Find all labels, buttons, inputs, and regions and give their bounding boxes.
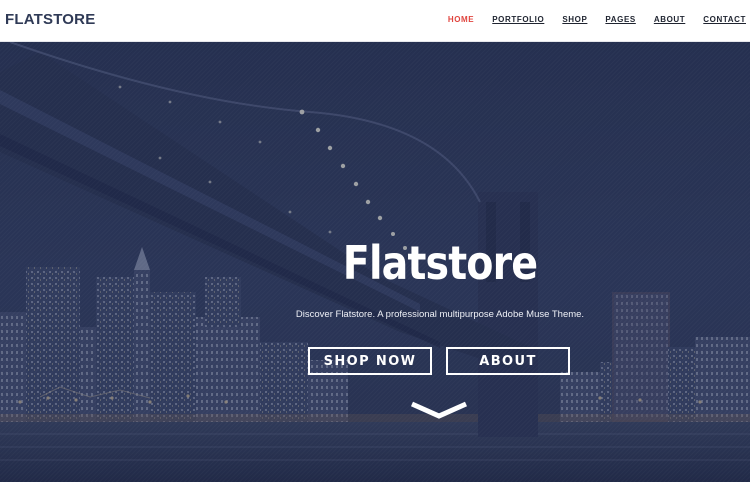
hero-title: Flatstore bbox=[342, 236, 538, 290]
nav-contact[interactable]: CONTACT bbox=[703, 15, 746, 24]
hero-section: Flatstore Discover Flatstore. A professi… bbox=[0, 42, 750, 482]
site-logo[interactable]: FLATSTORE bbox=[5, 11, 95, 28]
nav-portfolio[interactable]: PORTFOLIO bbox=[492, 15, 544, 24]
chevron-down-icon[interactable] bbox=[410, 400, 468, 420]
nav-home[interactable]: HOME bbox=[448, 15, 474, 24]
nav-shop[interactable]: SHOP bbox=[562, 15, 587, 24]
about-button[interactable]: ABOUT bbox=[446, 347, 570, 375]
shop-now-button[interactable]: SHOP NOW bbox=[308, 347, 432, 375]
page: FLATSTORE HOME PORTFOLIO SHOP PAGES ABOU… bbox=[0, 0, 750, 482]
nav-pages[interactable]: PAGES bbox=[605, 15, 635, 24]
main-nav: HOME PORTFOLIO SHOP PAGES ABOUT CONTACT bbox=[430, 15, 746, 24]
nav-about[interactable]: ABOUT bbox=[654, 15, 685, 24]
hero-subtitle: Discover Flatstore. A professional multi… bbox=[295, 309, 585, 320]
site-header: FLATSTORE HOME PORTFOLIO SHOP PAGES ABOU… bbox=[0, 0, 750, 42]
